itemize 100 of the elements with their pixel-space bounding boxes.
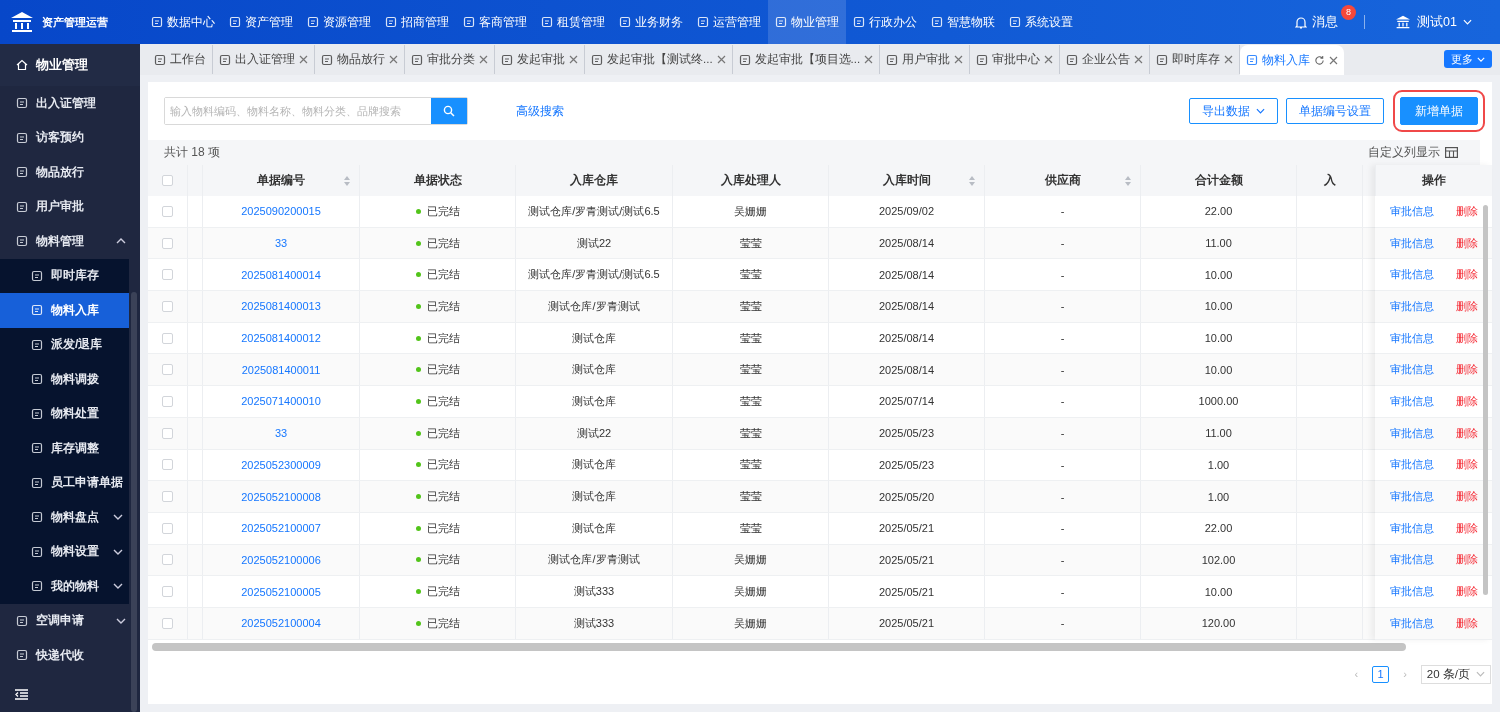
nav-item[interactable]: 行政办公 bbox=[846, 0, 924, 44]
document-number-link[interactable]: 33 bbox=[274, 237, 288, 250]
document-number-link[interactable]: 33 bbox=[274, 427, 288, 440]
sidebar-item[interactable]: 物料入库 bbox=[0, 293, 129, 328]
delete-link[interactable]: 删除 bbox=[1455, 203, 1478, 219]
row-checkbox[interactable] bbox=[162, 269, 173, 281]
close-icon[interactable] bbox=[954, 55, 964, 64]
sidebar-item[interactable]: 空调申请 bbox=[0, 603, 140, 638]
close-icon[interactable] bbox=[479, 55, 488, 64]
numbering-settings-button[interactable]: 单据编号设置 bbox=[1286, 98, 1384, 124]
document-number-link[interactable]: 2025052100007 bbox=[241, 522, 321, 535]
select-all-checkbox[interactable] bbox=[162, 175, 173, 186]
search-field[interactable]: 输入物料编码、物料名称、物料分类、品牌搜索 bbox=[164, 97, 468, 125]
sort-icon[interactable] bbox=[1124, 174, 1132, 187]
close-icon[interactable] bbox=[1044, 55, 1054, 64]
search-button[interactable] bbox=[431, 98, 467, 124]
sidebar-item[interactable]: 库存调整 bbox=[0, 431, 129, 466]
nav-item[interactable]: 系统设置 bbox=[1002, 0, 1080, 44]
page-tab[interactable]: 出入证管理 bbox=[213, 45, 315, 74]
page-tab[interactable]: 物品放行 bbox=[315, 45, 405, 74]
approval-info-link[interactable]: 审批信息 bbox=[1389, 584, 1434, 600]
row-checkbox[interactable] bbox=[162, 395, 173, 407]
page-tab[interactable]: 发起审批【测试终... bbox=[585, 45, 733, 74]
nav-item[interactable]: 资源管理 bbox=[300, 0, 378, 44]
document-number-link[interactable]: 2025081400011 bbox=[241, 363, 321, 376]
page-tab[interactable]: 发起审批【项目选... bbox=[732, 45, 881, 74]
row-checkbox[interactable] bbox=[162, 491, 173, 503]
sort-icon[interactable] bbox=[968, 174, 976, 187]
sidebar-item[interactable]: 我的物料 bbox=[0, 569, 129, 604]
sidebar-item[interactable]: 出入证管理 bbox=[0, 86, 140, 121]
approval-info-link[interactable]: 审批信息 bbox=[1389, 552, 1434, 568]
sidebar-item[interactable]: 物品放行 bbox=[0, 155, 140, 190]
close-icon[interactable] bbox=[1329, 55, 1339, 65]
document-number-link[interactable]: 2025052100006 bbox=[241, 553, 321, 566]
row-checkbox[interactable] bbox=[162, 237, 173, 249]
page-size-select[interactable]: 20 条/页 bbox=[1420, 664, 1491, 684]
sidebar-item[interactable]: 物料处置 bbox=[0, 396, 129, 431]
row-checkbox[interactable] bbox=[162, 205, 173, 217]
row-checkbox[interactable] bbox=[162, 300, 173, 312]
sidebar-item[interactable]: 物料设置 bbox=[0, 534, 129, 569]
nav-item[interactable]: 数据中心 bbox=[144, 0, 222, 44]
row-checkbox[interactable] bbox=[162, 617, 173, 629]
page-tab[interactable]: 发起审批 bbox=[495, 45, 585, 74]
document-number-link[interactable]: 2025052100005 bbox=[241, 585, 321, 598]
delete-link[interactable]: 删除 bbox=[1455, 489, 1478, 505]
close-icon[interactable] bbox=[1224, 55, 1234, 64]
document-number-link[interactable]: 2025052100004 bbox=[241, 617, 321, 630]
sidebar-item[interactable]: 员工申请单据 bbox=[0, 465, 129, 500]
user-menu[interactable]: 测试01 bbox=[1389, 12, 1478, 32]
approval-info-link[interactable]: 审批信息 bbox=[1389, 393, 1434, 409]
approval-info-link[interactable]: 审批信息 bbox=[1389, 520, 1434, 536]
more-button[interactable]: 更多 bbox=[1444, 50, 1492, 68]
refresh-icon[interactable] bbox=[1314, 54, 1326, 66]
close-icon[interactable] bbox=[864, 55, 874, 64]
page-tab[interactable]: 用户审批 bbox=[880, 45, 971, 74]
sort-icon[interactable] bbox=[343, 174, 351, 187]
sidebar-item[interactable]: 物料调拨 bbox=[0, 362, 129, 397]
page-tab[interactable]: 企业公告 bbox=[1060, 45, 1151, 74]
delete-link[interactable]: 删除 bbox=[1455, 235, 1478, 251]
sidebar-item[interactable]: 物料管理 bbox=[0, 224, 140, 259]
delete-link[interactable]: 删除 bbox=[1455, 425, 1478, 441]
approval-info-link[interactable]: 审批信息 bbox=[1389, 457, 1434, 473]
page-tab[interactable]: 审批中心 bbox=[970, 45, 1061, 74]
delete-link[interactable]: 删除 bbox=[1455, 330, 1478, 346]
approval-info-link[interactable]: 审批信息 bbox=[1389, 489, 1434, 505]
approval-info-link[interactable]: 审批信息 bbox=[1389, 330, 1434, 346]
sidebar-item[interactable]: 用户审批 bbox=[0, 189, 140, 224]
nav-item[interactable]: 招商管理 bbox=[378, 0, 456, 44]
nav-item[interactable]: 物业管理 bbox=[768, 0, 846, 44]
delete-link[interactable]: 删除 bbox=[1455, 552, 1478, 568]
row-checkbox[interactable] bbox=[162, 522, 173, 534]
sidebar-item[interactable]: 即时库存 bbox=[0, 258, 129, 293]
sidebar-item[interactable]: 派发/退库 bbox=[0, 327, 129, 362]
scrollbar[interactable] bbox=[1483, 205, 1488, 595]
row-checkbox[interactable] bbox=[162, 427, 173, 439]
nav-item[interactable]: 智慧物联 bbox=[924, 0, 1002, 44]
sidebar-item[interactable]: 访客预约 bbox=[0, 120, 140, 155]
document-number-link[interactable]: 2025090200015 bbox=[241, 205, 321, 218]
row-checkbox[interactable] bbox=[162, 364, 173, 376]
delete-link[interactable]: 删除 bbox=[1455, 298, 1478, 314]
page-tab[interactable]: 审批分类 bbox=[405, 45, 495, 74]
delete-link[interactable]: 删除 bbox=[1455, 267, 1478, 283]
page-tab[interactable]: 物料入库 bbox=[1240, 45, 1345, 75]
document-number-link[interactable]: 2025081400013 bbox=[241, 300, 321, 313]
approval-info-link[interactable]: 审批信息 bbox=[1389, 615, 1434, 631]
delete-link[interactable]: 删除 bbox=[1455, 584, 1478, 600]
document-number-link[interactable]: 2025052300009 bbox=[241, 458, 321, 471]
collapse-menu-icon[interactable] bbox=[15, 688, 28, 700]
sidebar-item[interactable]: 快递代收 bbox=[0, 638, 140, 673]
delete-link[interactable]: 删除 bbox=[1455, 393, 1478, 409]
page-tab[interactable]: 工作台 bbox=[148, 45, 213, 74]
approval-info-link[interactable]: 审批信息 bbox=[1389, 362, 1434, 378]
scrollbar[interactable] bbox=[131, 292, 137, 712]
row-checkbox[interactable] bbox=[162, 332, 173, 344]
delete-link[interactable]: 删除 bbox=[1455, 362, 1478, 378]
approval-info-link[interactable]: 审批信息 bbox=[1389, 235, 1434, 251]
page-button[interactable]: 1 bbox=[1372, 665, 1390, 683]
approval-info-link[interactable]: 审批信息 bbox=[1389, 203, 1434, 219]
close-icon[interactable] bbox=[716, 55, 726, 64]
sidebar-title[interactable]: 物业管理 bbox=[0, 44, 140, 86]
